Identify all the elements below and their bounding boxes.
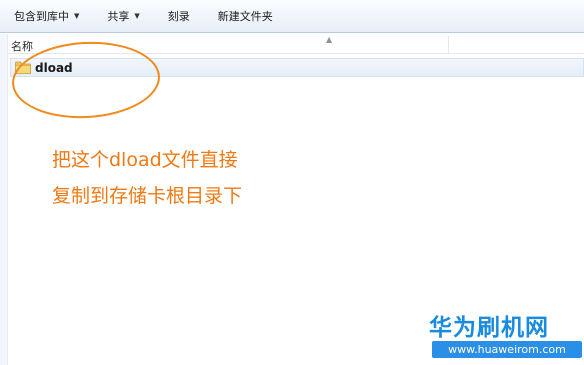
include-in-library-label: 包含到库中 — [14, 10, 69, 23]
command-bar: 包含到库中 ▼ 共享 ▼ 刻录 新建文件夹 — [0, 0, 584, 33]
burn-label: 刻录 — [167, 10, 190, 23]
chevron-down-icon: ▼ — [74, 12, 80, 20]
site-watermark: 华为刷机网 www.huaweirom.com — [424, 308, 584, 360]
instruction-annotation: 把这个dload文件直接 复制到存储卡根目录下 — [52, 142, 242, 214]
instruction-line-2: 复制到存储卡根目录下 — [52, 185, 243, 207]
navigation-pane-edge — [0, 34, 8, 365]
chevron-down-icon: ▼ — [134, 12, 140, 20]
burn-button[interactable]: 刻录 — [154, 5, 204, 27]
instruction-line-1: 把这个dload文件直接 — [52, 149, 238, 171]
include-in-library-button[interactable]: 包含到库中 ▼ — [14, 5, 93, 27]
watermark-url: www.huaweirom.com — [432, 341, 582, 358]
new-folder-button[interactable]: 新建文件夹 — [204, 5, 287, 27]
column-divider[interactable] — [448, 36, 449, 54]
new-folder-label: 新建文件夹 — [217, 10, 273, 23]
column-header-name[interactable]: 名称 — [11, 38, 33, 54]
share-label: 共享 — [107, 10, 130, 23]
share-button[interactable]: 共享 ▼ — [93, 5, 153, 27]
watermark-title: 华为刷机网 — [429, 315, 549, 341]
sort-ascending-icon: ▲ — [326, 35, 333, 44]
